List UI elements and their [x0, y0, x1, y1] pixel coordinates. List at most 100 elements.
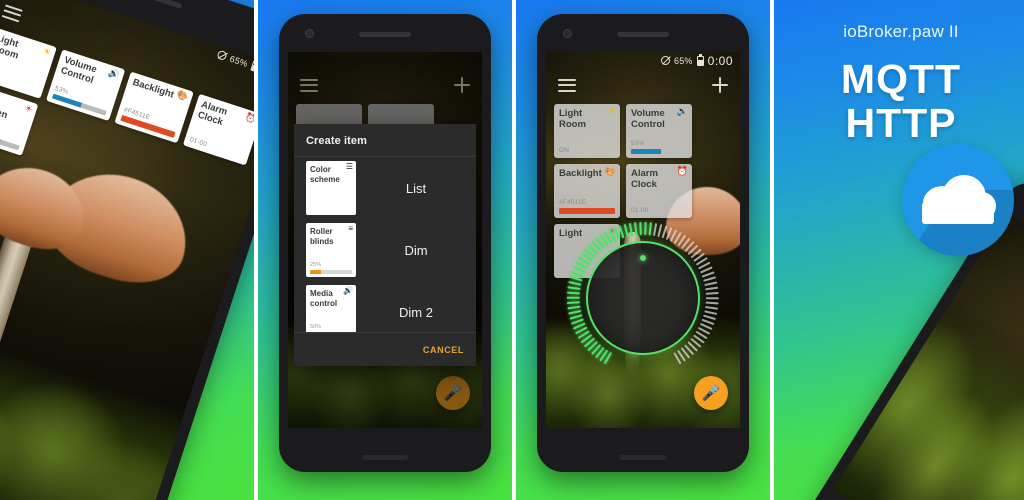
- knob-tick: [704, 310, 718, 315]
- knob-tick: [569, 276, 583, 282]
- volume-icon: 🔊: [676, 106, 688, 116]
- preview-value: 25%: [310, 262, 322, 268]
- headline-line-1: MQTT: [840, 56, 962, 102]
- knob-tick: [705, 286, 719, 291]
- bottom-speaker: [620, 455, 666, 460]
- dialog-item-list[interactable]: ☰ Color scheme List ≡ Roller blinds 25%: [294, 156, 476, 332]
- preview-progress-bar: [310, 270, 352, 274]
- promo-panel-4: ioBroker.paw II MQTT HTTP: [774, 0, 1024, 500]
- dialog-item-label: Dim: [404, 242, 428, 258]
- promo-panel-2: 🎤 Create item ☰ Color scheme List ≡ Roll…: [258, 0, 512, 500]
- knob-tick: [705, 301, 719, 305]
- preview-title: Roller blinds: [310, 227, 334, 246]
- knob-tick: [644, 222, 647, 236]
- plus-icon[interactable]: [712, 77, 728, 93]
- dialog-item-row[interactable]: 🔊 Media control 50% Dim 2: [294, 281, 476, 332]
- phone-device: 🎤 Create item ☰ Color scheme List ≡ Roll…: [279, 14, 491, 472]
- status-clock: 0:00: [707, 53, 733, 68]
- item-preview-card: ≡ Roller blinds 25%: [306, 223, 356, 277]
- card-title: Light Room: [559, 108, 586, 130]
- microphone-fab[interactable]: 🎤: [694, 376, 728, 410]
- widget-card[interactable]: ☀ Light Room ON: [554, 104, 620, 158]
- card-value: ON: [559, 147, 570, 154]
- front-camera-icon: [563, 29, 572, 38]
- front-camera-icon: [305, 29, 314, 38]
- dialog-item-label: List: [405, 180, 427, 196]
- phone-screen: 🎤 Create item ☰ Color scheme List ≡ Roll…: [288, 52, 482, 428]
- earpiece-speaker: [617, 32, 669, 37]
- knob-tick: [648, 222, 652, 236]
- knob-tick: [568, 281, 582, 286]
- knob-tick: [629, 223, 633, 237]
- list-icon: ☰: [345, 162, 353, 171]
- widget-card[interactable]: 🎨 Backlight #F4511E: [554, 164, 620, 218]
- lightbulb-icon: ☀: [607, 106, 616, 116]
- blinds-icon: ≡: [348, 224, 353, 233]
- preview-value: 50%: [310, 324, 322, 330]
- item-preview-card: 🔊 Media control 50%: [306, 285, 356, 332]
- no-signal-icon: [661, 56, 671, 65]
- knob-tick: [639, 222, 642, 236]
- battery-icon: [250, 60, 254, 72]
- screenshot-stage: 65% 0:00 ☀ Light Room ON: [0, 0, 1024, 500]
- status-bar: 65% 0:00: [546, 52, 740, 69]
- knob-tick: [567, 301, 581, 305]
- brand-title: ioBroker.paw II: [843, 22, 959, 41]
- knob-tick: [567, 297, 580, 299]
- knob-tick: [705, 305, 719, 310]
- knob-tick: [704, 281, 718, 286]
- dialog-footer: CANCEL: [294, 332, 476, 366]
- knob-tick: [703, 276, 717, 282]
- battery-percent-label: 65%: [674, 55, 693, 66]
- lightbulb-icon: ☀: [41, 45, 53, 58]
- phone-device: 65% 0:00 ☀ Light Room ON 🔊 Volume Contro…: [537, 14, 749, 472]
- card-color-swatch[interactable]: [559, 208, 615, 214]
- knob-indicator-dot: [640, 255, 646, 261]
- card-value: ON: [0, 69, 39, 93]
- create-item-dialog: Create item ☰ Color scheme List ≡ Roller…: [294, 124, 476, 366]
- knob-tick: [706, 297, 719, 299]
- promo-panel-3: 65% 0:00 ☀ Light Room ON 🔊 Volume Contro…: [516, 0, 770, 500]
- alarm-clock-icon: ⏰: [676, 166, 688, 176]
- dim-knob[interactable]: [567, 222, 719, 374]
- dialog-title: Create item: [306, 135, 368, 147]
- knob-tick: [653, 223, 657, 237]
- dialog-item-row[interactable]: ≡ Roller blinds 25% Dim: [294, 219, 476, 281]
- card-value: 53%: [631, 140, 645, 147]
- earpiece-speaker: [131, 0, 183, 9]
- knob-tick: [705, 291, 719, 295]
- knob-tick: [568, 310, 582, 315]
- earpiece-speaker: [359, 32, 411, 37]
- volume-icon: 🔊: [343, 286, 353, 295]
- dialog-item-label: Dim 2: [399, 304, 433, 320]
- card-value: #F4511E: [559, 199, 587, 206]
- hamburger-menu-icon[interactable]: [1, 3, 23, 22]
- cloud-icon: [902, 144, 1014, 256]
- no-signal-icon: [216, 49, 228, 62]
- cancel-button[interactable]: CANCEL: [423, 345, 464, 355]
- widget-card[interactable]: 🔊 Volume Control 53%: [626, 104, 692, 158]
- headline-line-2: HTTP: [845, 100, 957, 146]
- knob-tick: [567, 291, 581, 295]
- phone-screen: 65% 0:00 ☀ Light Room ON 🔊 Volume Contro…: [546, 52, 740, 428]
- battery-percent-label: 65%: [228, 53, 250, 69]
- knob-tick: [567, 305, 581, 310]
- dialog-item-row[interactable]: ☰ Color scheme List: [294, 157, 476, 219]
- knob-tick: [634, 222, 638, 236]
- knob-tick: [567, 286, 581, 291]
- bottom-speaker: [362, 455, 408, 460]
- item-preview-card: ☰ Color scheme: [306, 161, 356, 215]
- battery-icon: [696, 54, 704, 66]
- palette-icon: 🎨: [604, 166, 616, 176]
- card-value: 01-00: [631, 207, 649, 214]
- card-progress-bar[interactable]: [631, 149, 687, 154]
- app-bar: [546, 70, 740, 100]
- microphone-icon: 🎤: [701, 385, 721, 402]
- promo-panel-1: 65% 0:00 ☀ Light Room ON: [0, 0, 254, 500]
- hamburger-menu-icon[interactable]: [558, 78, 576, 92]
- widget-card[interactable]: ⏰ Alarm Clock 01-00: [626, 164, 692, 218]
- knob-tick: [623, 224, 629, 238]
- sun-icon: ☀: [23, 102, 34, 115]
- card-value: 01-00: [188, 136, 208, 149]
- knob-ring[interactable]: [586, 241, 700, 355]
